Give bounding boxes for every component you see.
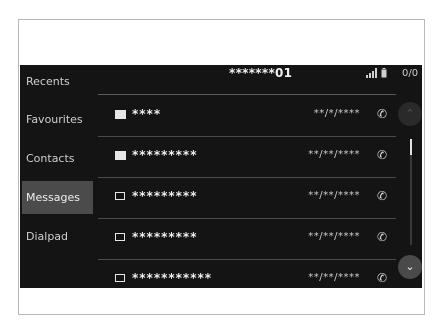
unread-message-icon (115, 110, 126, 119)
sidebar-item-contacts[interactable]: Contacts (22, 142, 93, 175)
list-item[interactable]: ********* **/**/**** ✆ (98, 219, 396, 260)
chevron-down-icon[interactable]: ⌄ (398, 255, 422, 279)
battery-icon (381, 68, 387, 81)
message-sender: ********* (132, 189, 198, 203)
message-date: **/**/**** (308, 149, 360, 160)
message-sender: *********** (132, 271, 213, 285)
sidebar: Recents Favourites Contacts Messages Dia… (20, 65, 95, 288)
page-title: *******01 (229, 66, 293, 80)
phone-icon[interactable]: ✆ (377, 148, 387, 162)
message-date: **/**/**** (308, 190, 360, 201)
status-counter: 0/0 (402, 68, 419, 79)
phone-icon[interactable]: ✆ (377, 189, 387, 203)
read-message-icon (115, 274, 125, 282)
sidebar-item-favourites[interactable]: Favourites (22, 103, 93, 136)
message-date: **/**/**** (308, 231, 360, 242)
phone-icon[interactable]: ✆ (377, 107, 387, 121)
scrollbar[interactable] (410, 139, 412, 245)
header-divider (98, 94, 396, 95)
list-item[interactable]: *********** **/**/**** ✆ (98, 260, 396, 288)
phone-icon[interactable]: ✆ (377, 271, 387, 285)
sidebar-item-messages[interactable]: Messages (22, 181, 93, 214)
chevron-up-icon[interactable]: ⌃ (398, 102, 422, 126)
message-sender: **** (132, 107, 162, 121)
message-sender: ********* (132, 230, 198, 244)
sidebar-item-recents[interactable]: Recents (22, 65, 93, 98)
unread-message-icon (115, 151, 126, 160)
message-date: **/*/**** (313, 108, 360, 119)
list-item[interactable]: **** **/*/**** ✆ (98, 96, 396, 137)
list-item[interactable]: ********* **/**/**** ✆ (98, 137, 396, 178)
infotainment-screen: Recents Favourites Contacts Messages Dia… (20, 65, 422, 288)
read-message-icon (115, 192, 125, 200)
message-date: **/**/**** (308, 272, 360, 283)
signal-bars-icon (366, 68, 378, 81)
message-sender: ********* (132, 148, 198, 162)
phone-icon[interactable]: ✆ (377, 230, 387, 244)
sidebar-item-dialpad[interactable]: Dialpad (22, 220, 93, 253)
list-item[interactable]: ********* **/**/**** ✆ (98, 178, 396, 219)
read-message-icon (115, 233, 125, 241)
scrollbar-thumb[interactable] (410, 139, 412, 155)
